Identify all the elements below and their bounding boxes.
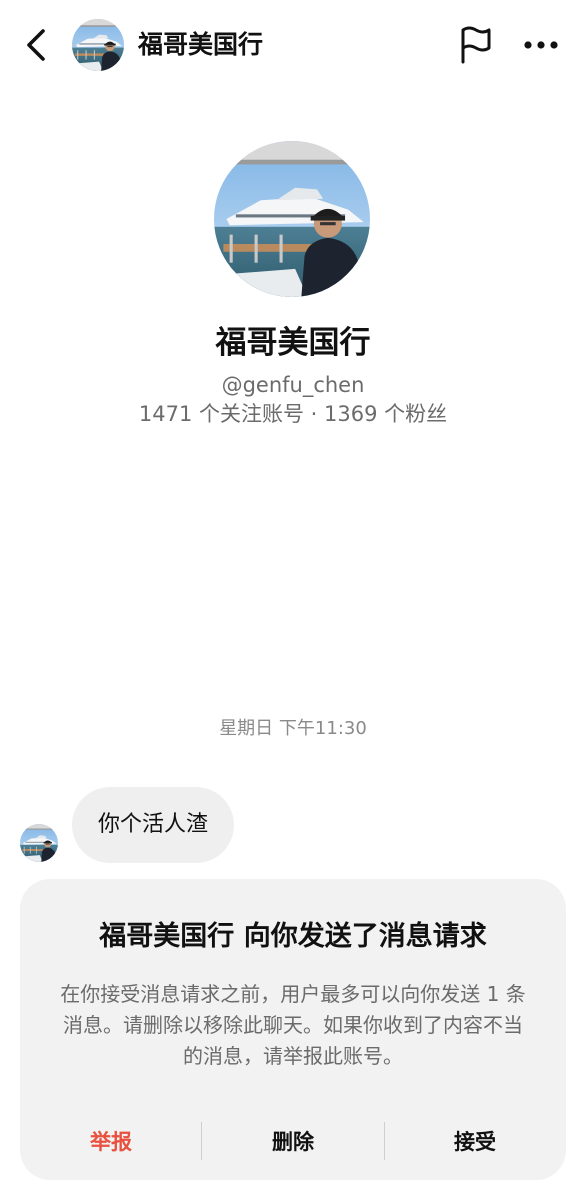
report-button[interactable]: 举报 (20, 1121, 202, 1161)
back-button[interactable] (16, 24, 56, 66)
more-options-button[interactable] (514, 24, 568, 66)
profile-avatar[interactable] (214, 141, 370, 297)
message-request-screen: 福哥美国行 福哥美国行 @genfu_chen 1471 个关注账号 · 136… (0, 0, 586, 1200)
profile-stats: 1471 个关注账号 · 1369 个粉丝 (138, 402, 448, 426)
message-timestamp: 星期日 下午11:30 (219, 718, 367, 739)
flag-icon (457, 26, 493, 64)
request-description: 在你接受消息请求之前，用户最多可以向你发送 1 条消息。请删除以移除此聊天。如果… (60, 982, 526, 1068)
message-bubble[interactable]: 你个活人渣 (72, 787, 235, 863)
more-horizontal-icon (524, 41, 558, 49)
report-flag-button[interactable] (452, 22, 498, 68)
accept-button[interactable]: 接受 (384, 1121, 566, 1161)
header-title[interactable]: 福哥美国行 (138, 28, 263, 62)
profile-handle: @genfu_chen (221, 373, 365, 397)
delete-button[interactable]: 删除 (202, 1121, 384, 1161)
request-title: 福哥美国行 向你发送了消息请求 (99, 921, 487, 952)
top-bar: 福哥美国行 (0, 0, 586, 92)
message-request-card: 福哥美国行 向你发送了消息请求 在你接受消息请求之前，用户最多可以向你发送 1 … (20, 879, 566, 1180)
sender-avatar[interactable] (20, 824, 58, 862)
header-avatar[interactable] (72, 19, 124, 71)
profile-name[interactable]: 福哥美国行 (0, 322, 586, 364)
chevron-left-icon (24, 28, 48, 62)
